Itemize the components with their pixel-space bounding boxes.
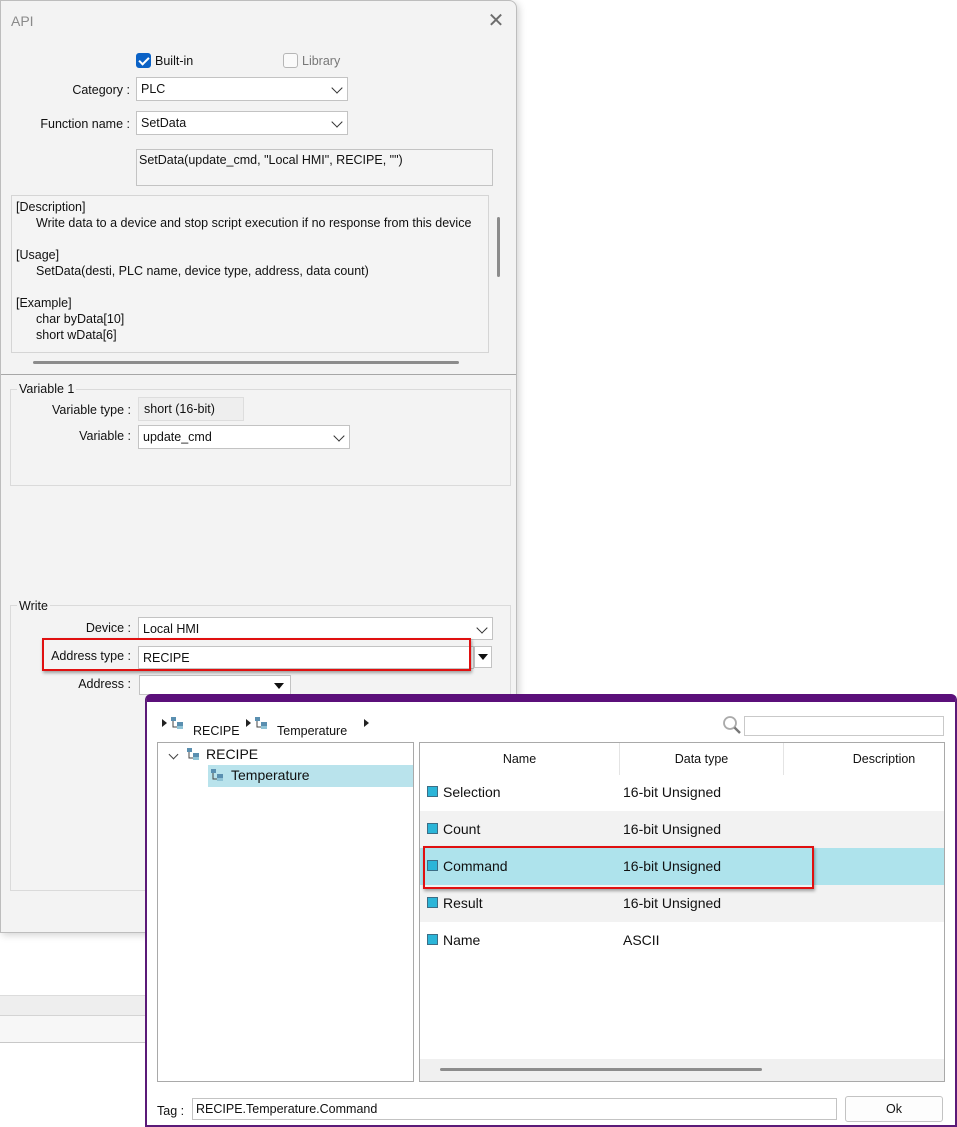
row-name: Count	[443, 821, 481, 837]
table-horizontal-scrollbar[interactable]	[440, 1068, 762, 1071]
column-header-description[interactable]: Description	[784, 743, 944, 775]
column-header-name[interactable]: Name	[420, 743, 620, 775]
write-title: Write	[17, 599, 50, 613]
tag-icon	[427, 786, 438, 797]
variable-type-value: short (16-bit)	[144, 402, 215, 416]
triangle-right-icon[interactable]	[364, 719, 369, 727]
column-header-data-type[interactable]: Data type	[620, 743, 784, 775]
tree-item-label: Temperature	[231, 767, 310, 783]
highlight-box	[423, 846, 814, 889]
description-text: Write data to a device and stop script e…	[36, 216, 472, 230]
function-name-select[interactable]: SetData	[136, 111, 348, 135]
library-label: Library	[302, 54, 341, 68]
builtin-checkbox[interactable]	[136, 53, 151, 68]
row-name: Selection	[443, 784, 501, 800]
function-name-label: Function name :	[40, 117, 130, 131]
breadcrumb-temperature[interactable]: Temperature	[277, 724, 347, 738]
row-name: Name	[443, 932, 481, 948]
tree-item-recipe[interactable]: RECIPE	[206, 746, 258, 762]
tag-field[interactable]: RECIPE.Temperature.Command	[192, 1098, 837, 1120]
tag-icon	[427, 934, 438, 945]
variable-type-label: Variable type :	[52, 403, 131, 417]
close-icon[interactable]: ✕	[484, 9, 508, 33]
row-name: Result	[443, 895, 483, 911]
row-type: 16-bit Unsigned	[623, 784, 722, 800]
builtin-label: Built-in	[155, 54, 194, 68]
divider	[1, 374, 516, 375]
usage-heading: [Usage]	[16, 248, 60, 262]
tree-node-icon	[255, 717, 267, 729]
chevron-down-icon	[476, 622, 488, 634]
example-heading: [Example]	[16, 296, 72, 310]
highlight-box	[42, 638, 471, 671]
table-row[interactable]: Count 16-bit Unsigned	[420, 811, 944, 848]
example-line-1: char byData[10]	[36, 312, 125, 326]
ok-button[interactable]: Ok	[845, 1096, 943, 1122]
category-select[interactable]: PLC	[136, 77, 348, 101]
device-label: Device :	[85, 621, 131, 635]
tag-table: Name Data type Description Selection 16-…	[419, 742, 945, 1082]
chevron-down-icon	[333, 430, 345, 442]
category-value: PLC	[141, 82, 166, 96]
device-value: Local HMI	[143, 622, 200, 636]
breadcrumb-recipe[interactable]: RECIPE	[193, 724, 240, 738]
description-horizontal-scrollbar[interactable]	[33, 361, 459, 364]
address-type-dropdown-button[interactable]	[474, 646, 492, 668]
function-prototype-field[interactable]: SetData(update_cmd, "Local HMI", RECIPE,…	[136, 149, 493, 186]
tag-value: RECIPE.Temperature.Command	[196, 1102, 378, 1116]
variable-select[interactable]: update_cmd	[138, 425, 350, 449]
tag-icon	[427, 897, 438, 908]
triangle-right-icon[interactable]	[246, 719, 251, 727]
tree-node-icon	[187, 748, 199, 760]
table-row[interactable]: Result 16-bit Unsigned	[420, 885, 944, 922]
function-name-value: SetData	[141, 116, 187, 130]
variable-type-field: short (16-bit)	[138, 397, 244, 421]
table-row[interactable]: Selection 16-bit Unsigned	[420, 774, 944, 811]
variable-label: Variable :	[79, 429, 131, 443]
chevron-down-icon	[331, 116, 343, 128]
dialog-title: API	[11, 13, 34, 29]
function-prototype-text: SetData(update_cmd, "Local HMI", RECIPE,…	[139, 153, 403, 167]
tree-item-temperature[interactable]: Temperature	[208, 765, 413, 787]
variable1-title: Variable 1	[17, 382, 77, 396]
table-row[interactable]: Name ASCII	[420, 922, 944, 959]
description-heading: [Description]	[16, 200, 86, 214]
usage-text: SetData(desti, PLC name, device type, ad…	[36, 264, 369, 278]
tree-node-icon	[211, 769, 223, 781]
row-type: ASCII	[623, 932, 660, 948]
search-icon	[723, 716, 741, 734]
tag-icon	[427, 823, 438, 834]
tree-node-icon	[171, 717, 183, 729]
description-vertical-scrollbar[interactable]	[497, 217, 500, 277]
row-type: 16-bit Unsigned	[623, 821, 722, 837]
tag-label: Tag :	[157, 1104, 185, 1118]
chevron-down-icon	[331, 82, 343, 94]
tree-panel: RECIPE Temperature	[157, 742, 414, 1082]
address-select[interactable]	[139, 675, 291, 695]
device-select[interactable]: Local HMI	[138, 617, 493, 640]
row-type: 16-bit Unsigned	[623, 895, 722, 911]
chevron-down-icon[interactable]	[168, 749, 179, 760]
tag-picker-window: RECIPE Temperature RECIPE Temperature Na…	[145, 694, 957, 1127]
category-label: Category :	[72, 83, 130, 97]
variable-value: update_cmd	[143, 430, 212, 444]
description-box[interactable]: [Description] Write data to a device and…	[11, 195, 489, 353]
triangle-right-icon[interactable]	[162, 719, 167, 727]
address-label: Address :	[78, 677, 131, 691]
library-checkbox[interactable]	[283, 53, 298, 68]
triangle-down-icon	[274, 683, 284, 689]
triangle-down-icon	[478, 654, 488, 660]
example-line-2: short wData[6]	[36, 328, 117, 342]
search-input[interactable]	[744, 716, 944, 736]
